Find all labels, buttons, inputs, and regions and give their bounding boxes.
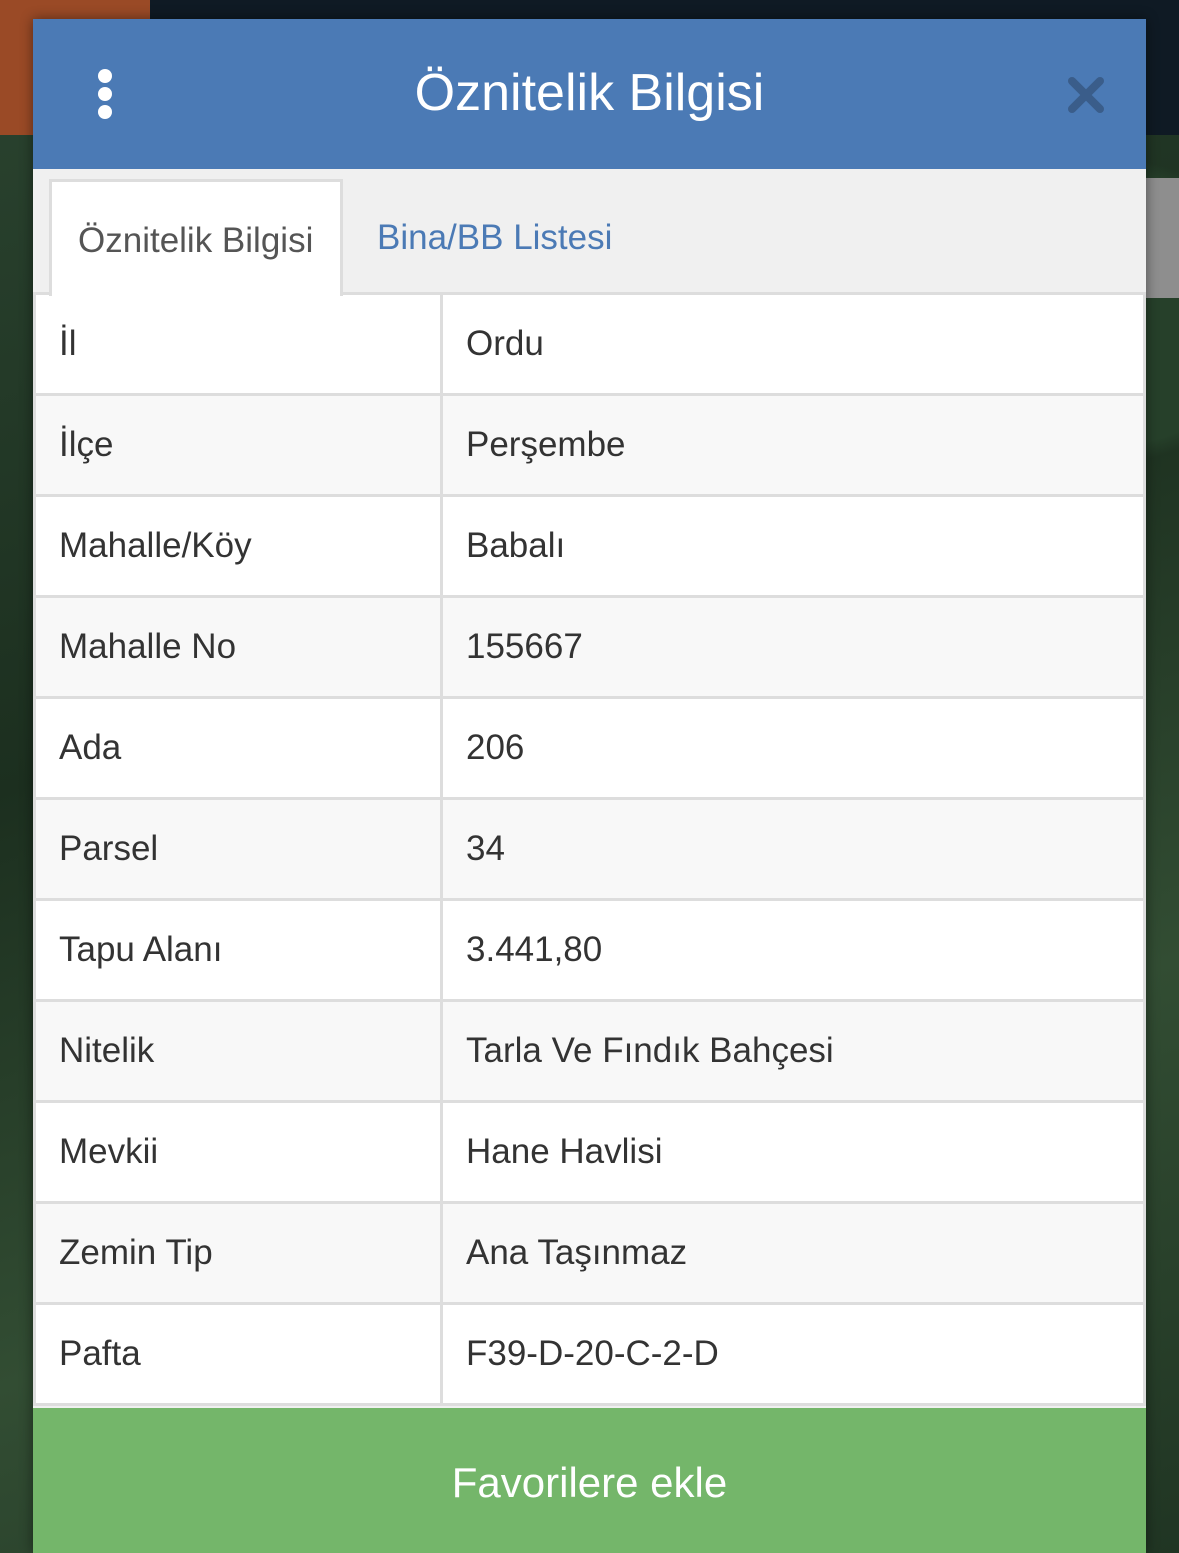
tab-attribute-info[interactable]: Öznitelik Bilgisi <box>49 179 343 296</box>
modal-header: Öznitelik Bilgisi <box>33 19 1146 169</box>
attribute-value: Ana Taşınmaz <box>443 1204 1143 1302</box>
attribute-value: Perşembe <box>443 396 1143 494</box>
table-row: Mahalle/Köy Babalı <box>36 497 1143 598</box>
attribute-key: Tapu Alanı <box>36 901 440 999</box>
table-row: Nitelik Tarla Ve Fındık Bahçesi <box>36 1002 1143 1103</box>
attribute-value: 155667 <box>443 598 1143 696</box>
attribute-key: Zemin Tip <box>36 1204 440 1302</box>
attribute-key: İl <box>36 295 440 393</box>
modal-title: Öznitelik Bilgisi <box>414 64 765 122</box>
attribute-key: Mevkii <box>36 1103 440 1201</box>
table-row: Pafta F39-D-20-C-2-D <box>36 1305 1143 1406</box>
attribute-value: 206 <box>443 699 1143 797</box>
attribute-value: 34 <box>443 800 1143 898</box>
table-row: Ada 206 <box>36 699 1143 800</box>
attribute-key: İlçe <box>36 396 440 494</box>
attribute-key: Nitelik <box>36 1002 440 1100</box>
attribute-key: Pafta <box>36 1305 440 1403</box>
tab-building-list[interactable]: Bina/BB Listesi <box>351 179 638 296</box>
attribute-value: 3.441,80 <box>443 901 1143 999</box>
attribute-key: Ada <box>36 699 440 797</box>
attribute-key: Parsel <box>36 800 440 898</box>
table-row: İlçe Perşembe <box>36 396 1143 497</box>
attribute-value: Babalı <box>443 497 1143 595</box>
table-row: Zemin Tip Ana Taşınmaz <box>36 1204 1143 1305</box>
close-icon[interactable] <box>1066 75 1106 115</box>
attribute-value: F39-D-20-C-2-D <box>443 1305 1143 1403</box>
table-row: Tapu Alanı 3.441,80 <box>36 901 1143 1002</box>
scrollbar-thumb[interactable] <box>1146 178 1179 298</box>
attribute-table: İl Ordu İlçe Perşembe Mahalle/Köy Babalı… <box>33 295 1146 1406</box>
table-row: Mahalle No 155667 <box>36 598 1143 699</box>
attribute-value: Tarla Ve Fındık Bahçesi <box>443 1002 1143 1100</box>
attribute-value: Hane Havlisi <box>443 1103 1143 1201</box>
table-row: İl Ordu <box>36 295 1143 396</box>
table-row: Mevkii Hane Havlisi <box>36 1103 1143 1204</box>
attribute-key: Mahalle No <box>36 598 440 696</box>
attribute-info-modal: Öznitelik Bilgisi Öznitelik Bilgisi Bina… <box>33 19 1146 1553</box>
attribute-value: Ordu <box>443 295 1143 393</box>
add-to-favorites-button[interactable]: Favorilere ekle <box>33 1408 1146 1553</box>
tab-bar: Öznitelik Bilgisi Bina/BB Listesi <box>33 169 1146 296</box>
attribute-key: Mahalle/Köy <box>36 497 440 595</box>
table-row: Parsel 34 <box>36 800 1143 901</box>
